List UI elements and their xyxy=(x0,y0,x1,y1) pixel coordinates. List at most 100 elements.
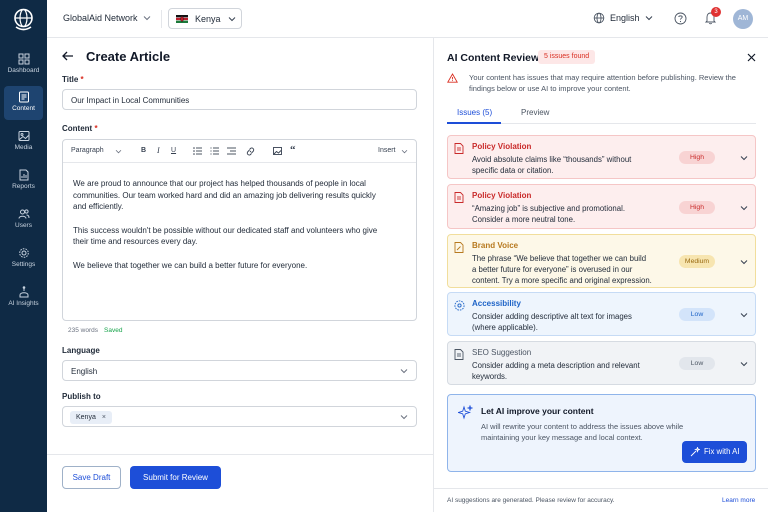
language-value: English xyxy=(610,13,640,23)
top-bar: GlobalAid Network Kenya English 3 AM xyxy=(47,0,768,38)
editor-content[interactable]: We are proud to announce that our projec… xyxy=(73,178,383,283)
quote-icon[interactable]: “ xyxy=(290,144,296,156)
sidebar-item-label: Media xyxy=(14,144,33,151)
users-icon xyxy=(18,209,29,219)
issue-title: SEO Suggestion xyxy=(472,348,532,357)
chevron-down-icon[interactable] xyxy=(740,155,748,161)
review-tabs: Issues (5) Preview xyxy=(447,106,756,124)
indent-icon[interactable] xyxy=(227,147,236,155)
sidebar-item-reports[interactable]: Reports xyxy=(4,164,43,198)
chevron-down-icon xyxy=(400,369,408,374)
sidebar-item-media[interactable]: Media xyxy=(4,125,43,159)
divider xyxy=(47,454,433,455)
language-switcher[interactable]: English xyxy=(593,12,653,26)
severity-badge: Low xyxy=(679,308,715,321)
globe-logo-icon[interactable] xyxy=(11,7,36,32)
sidebar-item-label: AI Insights xyxy=(8,300,39,307)
learn-more-link[interactable]: Learn more xyxy=(722,497,755,504)
sidebar-item-label: Dashboard xyxy=(7,67,40,74)
ai-improve-card: Let AI improve your content AI will rewr… xyxy=(447,394,756,472)
chevron-down-icon[interactable] xyxy=(740,312,748,318)
avatar[interactable]: AM xyxy=(733,9,753,29)
language-select-value: English xyxy=(71,367,98,376)
chevron-down-icon[interactable] xyxy=(143,15,151,21)
chevron-down-icon[interactable] xyxy=(740,259,748,265)
issue-title: Accessibility xyxy=(472,299,521,308)
severity-badge: High xyxy=(679,151,715,164)
chevron-down-icon[interactable] xyxy=(740,361,748,367)
sidebar: Dashboard Content Media Reports Users Se… xyxy=(0,0,47,512)
numbered-list-icon[interactable] xyxy=(210,147,219,155)
tab-preview[interactable]: Preview xyxy=(521,108,549,117)
sidebar-item-dashboard[interactable]: Dashboard xyxy=(4,48,43,82)
content-label: Content * xyxy=(62,124,98,133)
close-icon[interactable] xyxy=(747,53,756,62)
paragraph-select[interactable]: Paragraph xyxy=(71,147,104,154)
bold-button[interactable]: B xyxy=(141,147,146,154)
gear-icon xyxy=(18,248,29,258)
divider xyxy=(161,10,162,28)
save-draft-button[interactable]: Save Draft xyxy=(62,466,121,489)
publish-tag: Kenya × xyxy=(70,411,112,424)
issue-card-seo[interactable]: SEO Suggestion Consider adding a meta de… xyxy=(447,341,756,385)
issue-description: Consider adding a meta description and r… xyxy=(472,361,640,381)
issue-card-brand-voice[interactable]: Brand Voice The phrase “We believe that … xyxy=(447,234,756,288)
tab-issues[interactable]: Issues (5) xyxy=(457,108,492,117)
ai-card-description: AI will rewrite your content to address … xyxy=(481,422,684,442)
page-title: Create Article xyxy=(86,49,171,64)
language-select[interactable]: English xyxy=(62,360,417,381)
country-select[interactable]: Kenya xyxy=(168,8,242,29)
arrow-left-icon[interactable] xyxy=(62,51,74,61)
report-icon xyxy=(19,169,28,181)
language-label: Language xyxy=(62,346,100,355)
content-editor[interactable]: Paragraph B I U “ Insert We are proud to… xyxy=(62,139,417,321)
italic-button[interactable]: I xyxy=(157,146,160,155)
paragraph: This success wouldn't be possible withou… xyxy=(73,225,378,247)
bullet-list-icon[interactable] xyxy=(193,147,202,155)
issue-card-accessibility[interactable]: Accessibility Consider adding descriptiv… xyxy=(447,292,756,336)
magic-wand-icon xyxy=(690,447,700,457)
panel-title: AI Content Review xyxy=(447,52,540,64)
image-insert-icon[interactable] xyxy=(273,147,282,155)
issue-description: Consider adding descriptive alt text for… xyxy=(472,312,632,332)
chevron-down-icon xyxy=(400,415,408,420)
sidebar-item-content[interactable]: Content xyxy=(4,86,43,120)
paragraph: We are proud to announce that our projec… xyxy=(73,179,376,211)
sidebar-item-settings[interactable]: Settings xyxy=(4,242,43,276)
image-icon xyxy=(18,131,29,141)
chevron-down-icon xyxy=(115,149,122,154)
publish-label: Publish to xyxy=(62,392,101,401)
link-icon[interactable] xyxy=(246,147,255,156)
sidebar-item-label: Reports xyxy=(12,183,35,190)
notification-badge: 3 xyxy=(711,7,721,17)
issue-description: The phrase “We believe that together we … xyxy=(472,254,652,285)
sidebar-item-users[interactable]: Users xyxy=(4,203,43,237)
document-alert-icon xyxy=(454,192,464,203)
issue-card-policy-1[interactable]: Policy Violation Avoid absolute claims l… xyxy=(447,135,756,179)
ai-insights-icon xyxy=(19,286,28,298)
fix-with-ai-button[interactable]: Fix with AI xyxy=(682,441,747,463)
issue-title: Policy Violation xyxy=(472,142,532,151)
underline-button[interactable]: U xyxy=(171,147,176,154)
chevron-down-icon xyxy=(401,149,408,154)
title-input[interactable]: Our Impact in Local Communities xyxy=(62,89,417,110)
ai-review-panel: AI Content Review 5 issues found Your co… xyxy=(433,38,768,512)
editor-status: 235 words Saved xyxy=(68,327,123,334)
paragraph: We believe that together we can build a … xyxy=(73,260,308,270)
sparkle-icon xyxy=(458,405,473,420)
submit-for-review-button[interactable]: Submit for Review xyxy=(130,466,221,489)
publish-select[interactable]: Kenya × xyxy=(62,406,417,427)
sidebar-item-ai-insights[interactable]: AI Insights xyxy=(4,281,43,315)
chevron-down-icon xyxy=(645,16,653,21)
remove-tag-icon[interactable]: × xyxy=(102,414,106,421)
warning-icon xyxy=(447,73,458,83)
issue-description: “Amazing job” is subjective and promotio… xyxy=(472,204,625,224)
help-icon[interactable] xyxy=(674,12,687,25)
issue-title: Policy Violation xyxy=(472,191,532,200)
chevron-down-icon[interactable] xyxy=(740,205,748,211)
article-form: Create Article Title * Our Impact in Loc… xyxy=(47,38,433,512)
issue-card-policy-2[interactable]: Policy Violation “Amazing job” is subjec… xyxy=(447,184,756,229)
org-switcher[interactable]: GlobalAid Network xyxy=(63,13,138,23)
insert-menu[interactable]: Insert xyxy=(378,147,396,154)
country-value: Kenya xyxy=(195,14,221,24)
